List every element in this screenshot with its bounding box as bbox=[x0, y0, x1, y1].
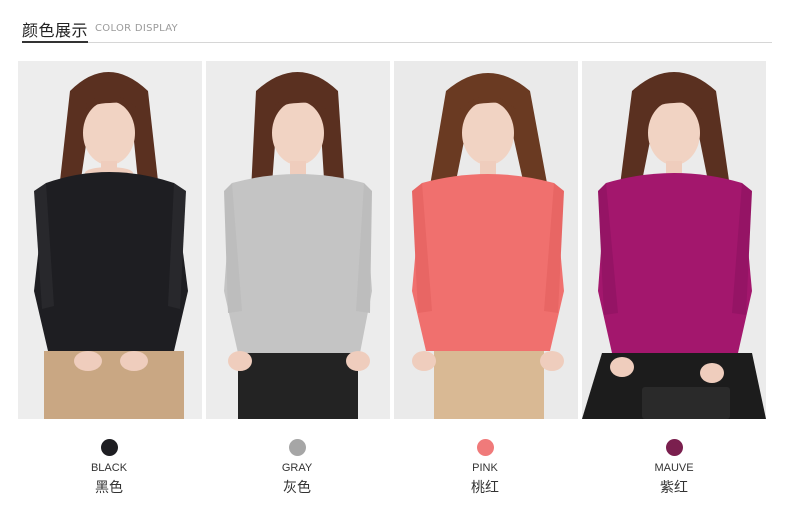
swatch-mauve[interactable]: MAUVE 紫红 bbox=[614, 434, 734, 497]
model-black-sweater-image bbox=[18, 61, 202, 419]
swatch-pink[interactable]: PINK 桃红 bbox=[425, 434, 545, 497]
section-subtitle: COLOR DISPLAY bbox=[95, 23, 178, 34]
product-photo-pink bbox=[394, 61, 578, 419]
color-dot-pink[interactable] bbox=[476, 439, 494, 456]
model-mauve-sweater-image bbox=[582, 61, 766, 419]
color-dot-black[interactable] bbox=[100, 439, 118, 456]
color-swatch-list: BLACK 黑色 GRAY 灰色 PINK 桃红 MAUVE 紫红 bbox=[0, 434, 790, 504]
header-divider bbox=[88, 42, 772, 43]
model-gray-sweater-image bbox=[206, 61, 390, 419]
color-name-cn: 灰色 bbox=[283, 480, 311, 496]
color-name-en: PINK bbox=[472, 462, 498, 474]
color-dot-mauve[interactable] bbox=[665, 439, 683, 456]
product-photo-gray bbox=[206, 61, 390, 419]
swatch-black[interactable]: BLACK 黑色 bbox=[49, 434, 169, 497]
model-pink-sweater-image bbox=[394, 61, 578, 419]
color-name-cn: 桃红 bbox=[471, 480, 499, 496]
product-photo-row bbox=[18, 61, 766, 419]
section-header: 颜色展示 COLOR DISPLAY bbox=[22, 14, 772, 44]
color-name-en: MAUVE bbox=[654, 462, 694, 474]
title-underline bbox=[22, 41, 88, 43]
color-name-cn: 紫红 bbox=[660, 480, 688, 496]
color-dot-gray[interactable] bbox=[288, 439, 306, 456]
swatch-gray[interactable]: GRAY 灰色 bbox=[237, 434, 357, 497]
product-photo-black bbox=[18, 61, 202, 419]
section-title: 颜色展示 bbox=[22, 21, 89, 40]
color-name-en: GRAY bbox=[281, 462, 313, 474]
color-name-cn: 黑色 bbox=[95, 480, 123, 496]
color-name-en: BLACK bbox=[90, 462, 128, 474]
product-photo-mauve bbox=[582, 61, 766, 419]
